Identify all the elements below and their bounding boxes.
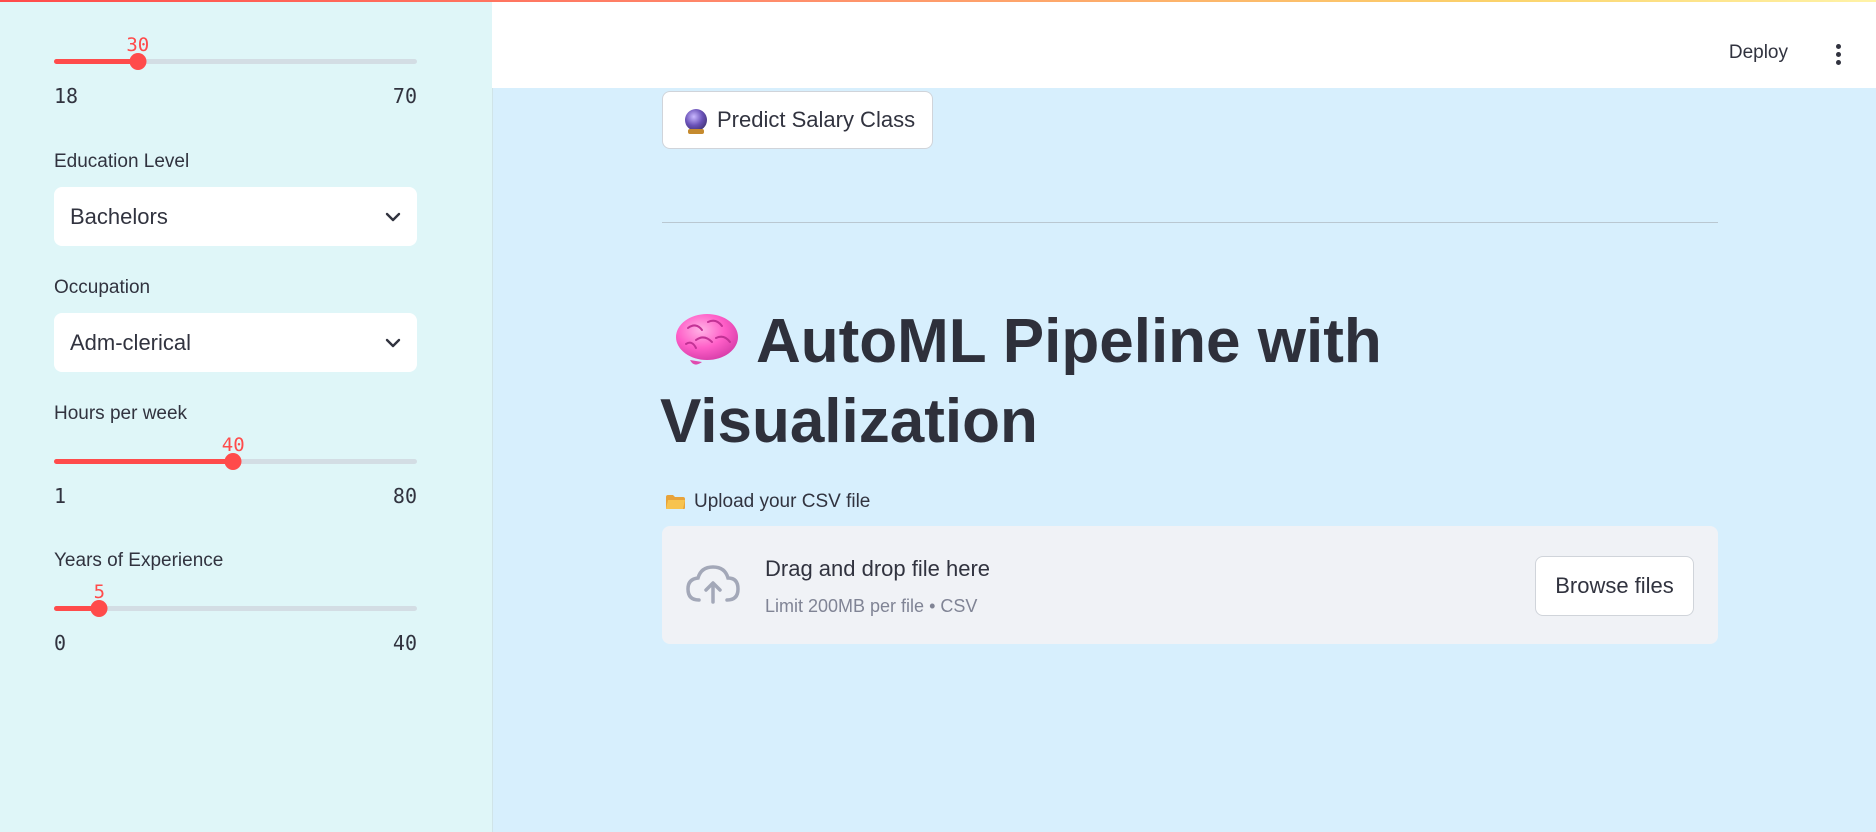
divider: [662, 222, 1718, 223]
predict-salary-button-label: Predict Salary Class: [717, 107, 916, 132]
experience-slider-track[interactable]: [54, 600, 417, 617]
upload-label: Upload your CSV file: [665, 491, 870, 513]
app-header: Deploy: [492, 2, 1876, 88]
occupation-select[interactable]: Adm-clerical: [54, 313, 417, 372]
top-decoration-bar: [0, 0, 1876, 2]
page-title: AutoML Pipeline with Visualization: [660, 302, 1660, 462]
experience-slider-thumb[interactable]: [90, 600, 108, 617]
hours-label: Hours per week: [54, 403, 188, 424]
browse-files-button[interactable]: Browse files: [1535, 556, 1694, 616]
cloud-upload-icon: [686, 565, 740, 604]
dropzone-limit-text: Limit 200MB per file • CSV: [765, 596, 978, 616]
hours-slider[interactable]: 40 1 80: [54, 434, 417, 514]
education-select[interactable]: Bachelors: [54, 187, 417, 246]
file-dropzone[interactable]: Drag and drop file here Limit 200MB per …: [662, 526, 1718, 644]
kebab-menu-icon[interactable]: [1836, 44, 1842, 66]
age-slider-max: 70: [392, 84, 417, 108]
hours-slider-min: 1: [54, 484, 67, 508]
experience-label: Years of Experience: [54, 550, 224, 571]
brain-icon: [676, 314, 738, 365]
occupation-selected-value: Adm-clerical: [70, 329, 192, 355]
experience-slider[interactable]: 5 0 40: [54, 581, 417, 661]
predict-salary-button[interactable]: Predict Salary Class: [662, 91, 933, 149]
deploy-button[interactable]: Deploy: [1729, 42, 1788, 64]
hours-slider-max: 80: [392, 484, 417, 508]
chevron-down-icon: [385, 212, 401, 221]
experience-slider-min: 0: [54, 631, 67, 655]
education-label: Education Level: [54, 151, 190, 172]
hours-slider-track[interactable]: [54, 453, 417, 470]
age-slider-track[interactable]: [54, 53, 417, 70]
page-title-line2: Visualization: [660, 387, 1038, 456]
dropzone-title: Drag and drop file here: [765, 556, 991, 581]
occupation-label: Occupation: [54, 277, 151, 298]
folder-icon: [666, 495, 685, 509]
hours-slider-thumb[interactable]: [224, 453, 242, 470]
age-slider-thumb[interactable]: [129, 53, 147, 70]
experience-slider-max: 40: [392, 631, 417, 655]
chevron-down-icon: [385, 338, 401, 347]
age-slider[interactable]: 30 18 70: [54, 34, 417, 114]
upload-label-text: Upload your CSV file: [694, 491, 871, 512]
page-title-line1: AutoML Pipeline with: [756, 307, 1382, 376]
age-slider-min: 18: [54, 84, 79, 108]
crystal-ball-icon: [685, 109, 707, 134]
age-slider-fill: [54, 59, 138, 64]
sidebar: 30 18 70 Education Level Bachelors Occup…: [0, 0, 493, 832]
hours-slider-fill: [54, 459, 234, 464]
education-selected-value: Bachelors: [70, 203, 168, 229]
